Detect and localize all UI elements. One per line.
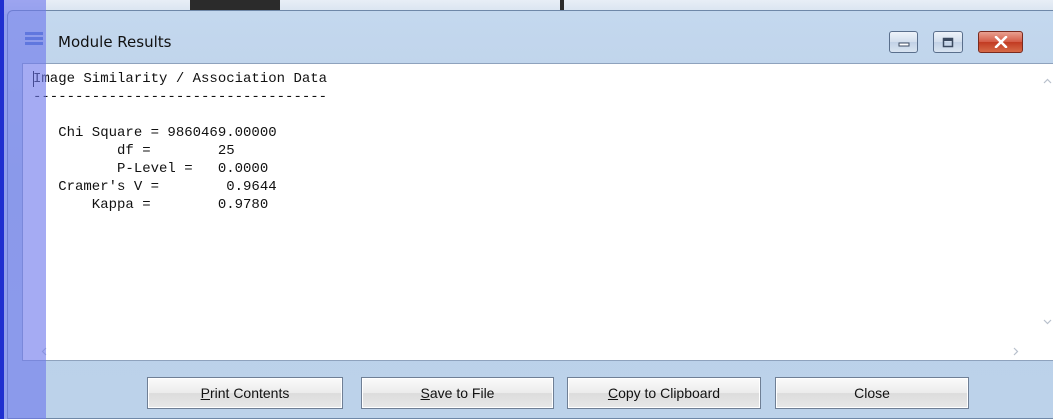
print-mnemonic: P [200,385,210,401]
results-line: Image Similarity / Association Data [33,71,328,87]
print-contents-button[interactable]: Print Contents [147,377,343,409]
text-caret [33,71,34,87]
save-mnemonic: S [420,385,430,401]
vertical-scrollbar[interactable] [1038,64,1053,343]
close-button[interactable]: Close [775,377,969,409]
background-app-mark [560,0,564,10]
results-line: df = 25 [33,143,235,159]
results-line: P-Level = 0.0000 [33,161,269,177]
close-window-button[interactable] [978,31,1023,53]
save-label: ave to File [429,385,495,401]
window-title: Module Results [58,33,172,51]
app-icon [25,32,43,48]
copy-label: opy to Clipboard [618,385,721,401]
scroll-up-icon[interactable] [1043,78,1052,84]
copy-to-clipboard-button[interactable]: Copy to Clipboard [567,377,761,409]
scroll-left-icon[interactable] [41,347,47,356]
results-line: ----------------------------------- [33,89,328,105]
results-line: Kappa = 0.9780 [33,197,269,213]
results-text: Image Similarity / Association Data ----… [33,70,327,214]
scroll-right-icon[interactable] [1013,347,1019,356]
scroll-down-icon[interactable] [1043,319,1052,325]
minimize-icon [898,42,909,47]
save-to-file-button[interactable]: Save to File [361,377,554,409]
maximize-button[interactable] [933,31,963,53]
print-label: rint Contents [209,385,290,401]
maximize-icon [942,37,954,47]
title-bar[interactable]: Module Results [8,11,1053,67]
results-line: Chi Square = 9860469.00000 [33,125,277,141]
horizontal-scrollbar[interactable] [23,341,1040,360]
copy-mnemonic: C [607,385,619,401]
module-results-window: Module Results Image Similarity / Associ… [7,10,1053,419]
selection-highlight-edge [0,0,4,419]
results-line: Cramer's V = 0.9644 [33,179,277,195]
minimize-button[interactable] [889,31,918,53]
results-text-area[interactable]: Image Similarity / Association Data ----… [22,63,1053,361]
background-app-bar [190,0,280,10]
close-icon [994,36,1007,48]
close-label: Close [854,385,890,401]
